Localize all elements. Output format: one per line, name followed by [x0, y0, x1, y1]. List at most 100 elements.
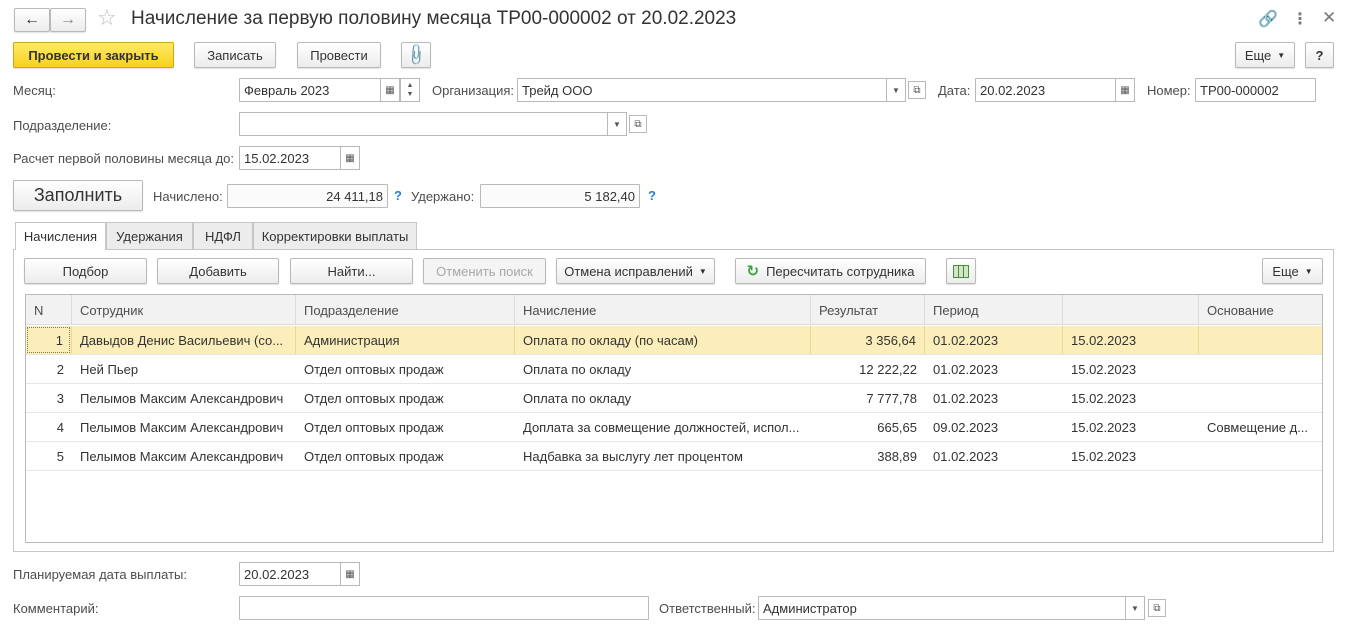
- row-accrual: Оплата по окладу: [523, 361, 632, 377]
- dept-dropdown-button[interactable]: ▼: [607, 112, 627, 136]
- cancel-search-button[interactable]: Отменить поиск: [423, 258, 546, 284]
- row-basis: [1199, 442, 1322, 470]
- star-icon[interactable]: ☆: [97, 5, 117, 31]
- pay-date-field[interactable]: 20.02.2023: [239, 562, 341, 586]
- calendar-icon: ▦: [345, 152, 355, 164]
- row-period-end: 15.02.2023: [1071, 448, 1137, 464]
- forward-button[interactable]: →: [50, 8, 86, 32]
- accrued-field[interactable]: 24 411,18: [227, 184, 388, 208]
- col-accrual[interactable]: Начисление: [515, 295, 811, 325]
- col-employee[interactable]: Сотрудник: [72, 295, 296, 325]
- calc-until-calendar-button[interactable]: ▦: [340, 146, 360, 170]
- paperclip-icon: 📎: [403, 42, 429, 68]
- find-button[interactable]: Найти...: [290, 258, 413, 284]
- col-period[interactable]: Период: [925, 295, 1063, 325]
- row-number: 1: [26, 326, 72, 354]
- cancel-corrections-label: Отмена исправлений: [564, 263, 693, 279]
- table-row[interactable]: 3 Пелымов Максим Александрович Отдел опт…: [26, 384, 1322, 413]
- attach-button[interactable]: 📎: [401, 42, 431, 68]
- row-accrual: Оплата по окладу (по часам): [515, 326, 811, 354]
- row-employee: Пелымов Максим Александрович: [80, 448, 284, 464]
- link-icon[interactable]: 🔗: [1258, 9, 1278, 29]
- save-button[interactable]: Записать: [194, 42, 276, 68]
- month-stepper[interactable]: ▲ ▼: [400, 78, 420, 102]
- org-label: Организация:: [432, 83, 515, 98]
- row-number: 2: [56, 361, 64, 377]
- back-button[interactable]: ←: [14, 8, 50, 32]
- calc-until-label: Расчет первой половины месяца до:: [13, 151, 234, 166]
- accruals-table[interactable]: N Сотрудник Подразделение Начисление Рез…: [25, 294, 1323, 543]
- chevron-down-icon: ▼: [1304, 266, 1313, 276]
- recalc-employee-button[interactable]: ↻ Пересчитать сотрудника: [735, 258, 926, 284]
- table-add-icon: [953, 264, 969, 278]
- responsible-dropdown-button[interactable]: ▼: [1125, 596, 1145, 620]
- col-n[interactable]: N: [26, 295, 72, 325]
- tab-withholdings[interactable]: Удержания: [106, 222, 193, 249]
- org-field[interactable]: Трейд ООО: [517, 78, 887, 102]
- cancel-corrections-button[interactable]: Отмена исправлений ▼: [556, 258, 715, 284]
- close-icon[interactable]: ✕: [1322, 8, 1336, 28]
- table-more-button[interactable]: Еще ▼: [1262, 258, 1323, 284]
- calendar-icon: ▦: [345, 568, 355, 580]
- month-label: Месяц:: [13, 83, 56, 98]
- row-basis: [1199, 384, 1322, 412]
- fill-button[interactable]: Заполнить: [13, 180, 143, 211]
- stepper-up-icon[interactable]: ▲: [407, 81, 414, 90]
- refresh-icon: ↻: [746, 263, 760, 280]
- row-period-start: 01.02.2023: [933, 361, 999, 377]
- col-period-end[interactable]: [1063, 295, 1199, 325]
- post-and-close-button[interactable]: Провести и закрыть: [13, 42, 174, 68]
- col-department[interactable]: Подразделение: [296, 295, 515, 325]
- accrued-help-icon[interactable]: ?: [394, 188, 402, 203]
- add-button[interactable]: Добавить: [157, 258, 279, 284]
- withheld-field[interactable]: 5 182,40: [480, 184, 640, 208]
- date-field[interactable]: 20.02.2023: [975, 78, 1117, 102]
- row-department: Администрация: [296, 326, 515, 354]
- pick-button[interactable]: Подбор: [24, 258, 147, 284]
- post-button[interactable]: Провести: [297, 42, 381, 68]
- page-title: Начисление за первую половину месяца ТР0…: [131, 8, 737, 29]
- stepper-down-icon[interactable]: ▼: [407, 90, 414, 99]
- month-field[interactable]: Февраль 2023: [239, 78, 381, 102]
- month-calendar-button[interactable]: ▦: [380, 78, 400, 102]
- row-number: 4: [56, 419, 64, 435]
- row-accrual: Оплата по окладу: [523, 390, 632, 406]
- table-row[interactable]: 4 Пелымов Максим Александрович Отдел опт…: [26, 413, 1322, 442]
- pay-date-calendar-button[interactable]: ▦: [340, 562, 360, 586]
- calc-until-field[interactable]: 15.02.2023: [239, 146, 341, 170]
- tab-ndfl[interactable]: НДФЛ: [193, 222, 253, 249]
- table-row[interactable]: 5 Пелымов Максим Александрович Отдел опт…: [26, 442, 1322, 471]
- open-icon: ⧉: [1153, 602, 1161, 614]
- col-result[interactable]: Результат: [811, 295, 925, 325]
- row-accrual: Надбавка за выслугу лет процентом: [523, 448, 743, 464]
- arrow-left-icon: ←: [24, 11, 40, 28]
- comment-field[interactable]: [239, 596, 649, 620]
- table-row[interactable]: 2 Ней Пьер Отдел оптовых продаж Оплата п…: [26, 355, 1322, 384]
- row-period-start: 01.02.2023: [933, 390, 999, 406]
- table-settings-button[interactable]: [946, 258, 976, 284]
- dept-open-button[interactable]: ⧉: [629, 115, 647, 133]
- number-field[interactable]: ТР00-000002: [1195, 78, 1316, 102]
- responsible-open-button[interactable]: ⧉: [1148, 599, 1166, 617]
- calendar-icon: ▦: [385, 84, 395, 96]
- org-dropdown-button[interactable]: ▼: [886, 78, 906, 102]
- date-calendar-button[interactable]: ▦: [1115, 78, 1135, 102]
- col-basis[interactable]: Основание: [1199, 295, 1322, 325]
- more-vertical-icon[interactable]: ⋮: [1292, 9, 1308, 29]
- withheld-label: Удержано:: [411, 189, 475, 204]
- chevron-down-icon: ▼: [698, 266, 707, 276]
- org-open-button[interactable]: ⧉: [908, 81, 926, 99]
- row-department: Отдел оптовых продаж: [304, 419, 444, 435]
- help-button[interactable]: ?: [1305, 42, 1334, 68]
- responsible-field[interactable]: Администратор: [758, 596, 1126, 620]
- table-row[interactable]: 1 Давыдов Денис Васильевич (со... Админи…: [26, 326, 1322, 355]
- tab-accruals[interactable]: Начисления: [15, 222, 106, 250]
- withheld-help-icon[interactable]: ?: [648, 188, 656, 203]
- row-number: 3: [56, 390, 64, 406]
- row-employee: Давыдов Денис Васильевич (со...: [72, 326, 296, 354]
- chevron-down-icon: ▼: [613, 119, 621, 129]
- row-employee: Ней Пьер: [80, 361, 139, 377]
- tab-payment-corrections[interactable]: Корректировки выплаты: [253, 222, 417, 249]
- more-button[interactable]: Еще ▼: [1235, 42, 1295, 68]
- dept-field[interactable]: [239, 112, 608, 136]
